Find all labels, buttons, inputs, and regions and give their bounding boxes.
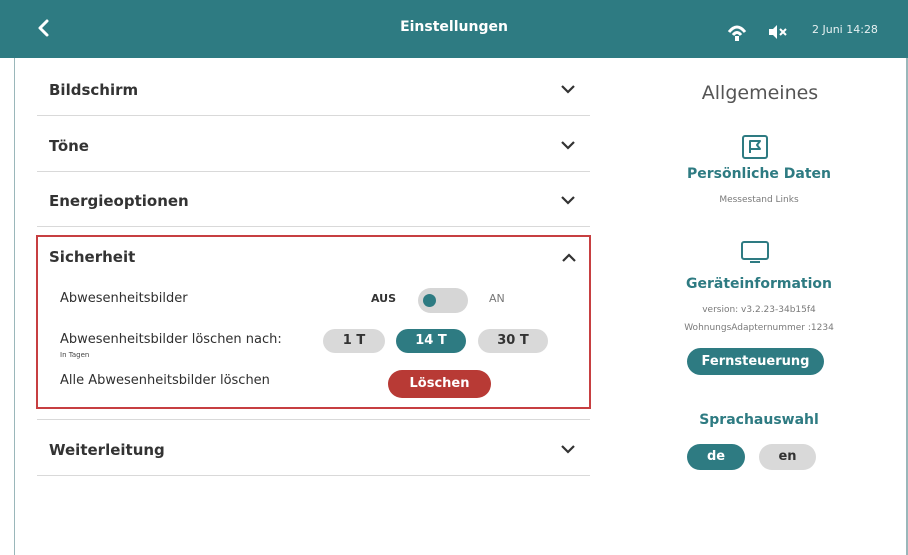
option-30-days-button[interactable]: 30 T (478, 329, 548, 353)
section-label: Energieoptionen (49, 192, 189, 210)
general-title: Allgemeines (701, 82, 819, 104)
section-bildschirm[interactable]: Bildschirm (37, 60, 590, 116)
adapter-number-text: WohnungsAdapternummer :1234 (684, 323, 834, 333)
frame-border-left (14, 58, 15, 555)
date-time: 2 Juni 14:28 (812, 23, 878, 36)
option-14-days-button[interactable]: 14 T (396, 329, 466, 353)
monitor-icon (741, 241, 769, 263)
top-bar: Einstellungen 2 Juni 14:28 (0, 0, 908, 58)
toggle-off-label: AUS (371, 292, 397, 305)
chevron-down-icon (561, 445, 575, 454)
toggle-knob (423, 294, 436, 307)
away-images-label: Abwesenheitsbilder (60, 291, 188, 306)
section-toene[interactable]: Töne (37, 116, 590, 172)
toggle-on-label: AN (489, 292, 505, 305)
speaker-muted-icon (769, 25, 787, 39)
chevron-up-icon[interactable] (561, 253, 577, 263)
language-en-button[interactable]: en (759, 444, 816, 470)
section-energieoptionen[interactable]: Energieoptionen (37, 171, 590, 227)
section-label: Bildschirm (49, 81, 139, 99)
chevron-down-icon (561, 141, 575, 150)
delete-all-label: Alle Abwesenheitsbilder löschen (60, 373, 270, 388)
device-info-link[interactable]: Geräteinformation (674, 276, 844, 292)
section-label: Sicherheit (49, 248, 136, 266)
section-label: Töne (49, 137, 89, 155)
language-de-button[interactable]: de (687, 444, 745, 470)
language-title: Sprachauswahl (699, 412, 819, 428)
away-images-toggle[interactable] (418, 288, 468, 313)
cloud-wifi-icon (727, 25, 747, 41)
chevron-down-icon (561, 196, 575, 205)
delete-after-hint: In Tagen (60, 351, 90, 359)
chevron-down-icon (561, 85, 575, 94)
version-text: version: v3.2.23-34b15f4 (702, 305, 816, 315)
delete-after-label: Abwesenheitsbilder löschen nach: (60, 332, 282, 347)
option-1-day-button[interactable]: 1 T (323, 329, 385, 353)
flag-icon (742, 135, 768, 159)
delete-all-button[interactable]: Löschen (388, 370, 491, 398)
section-weiterleitung[interactable]: Weiterleitung (37, 419, 590, 476)
remote-control-button[interactable]: Fernsteuerung (687, 348, 824, 375)
personal-data-link[interactable]: Persönliche Daten (674, 166, 844, 182)
section-label: Weiterleitung (49, 441, 165, 459)
personal-data-sub: Messestand Links (719, 195, 799, 205)
